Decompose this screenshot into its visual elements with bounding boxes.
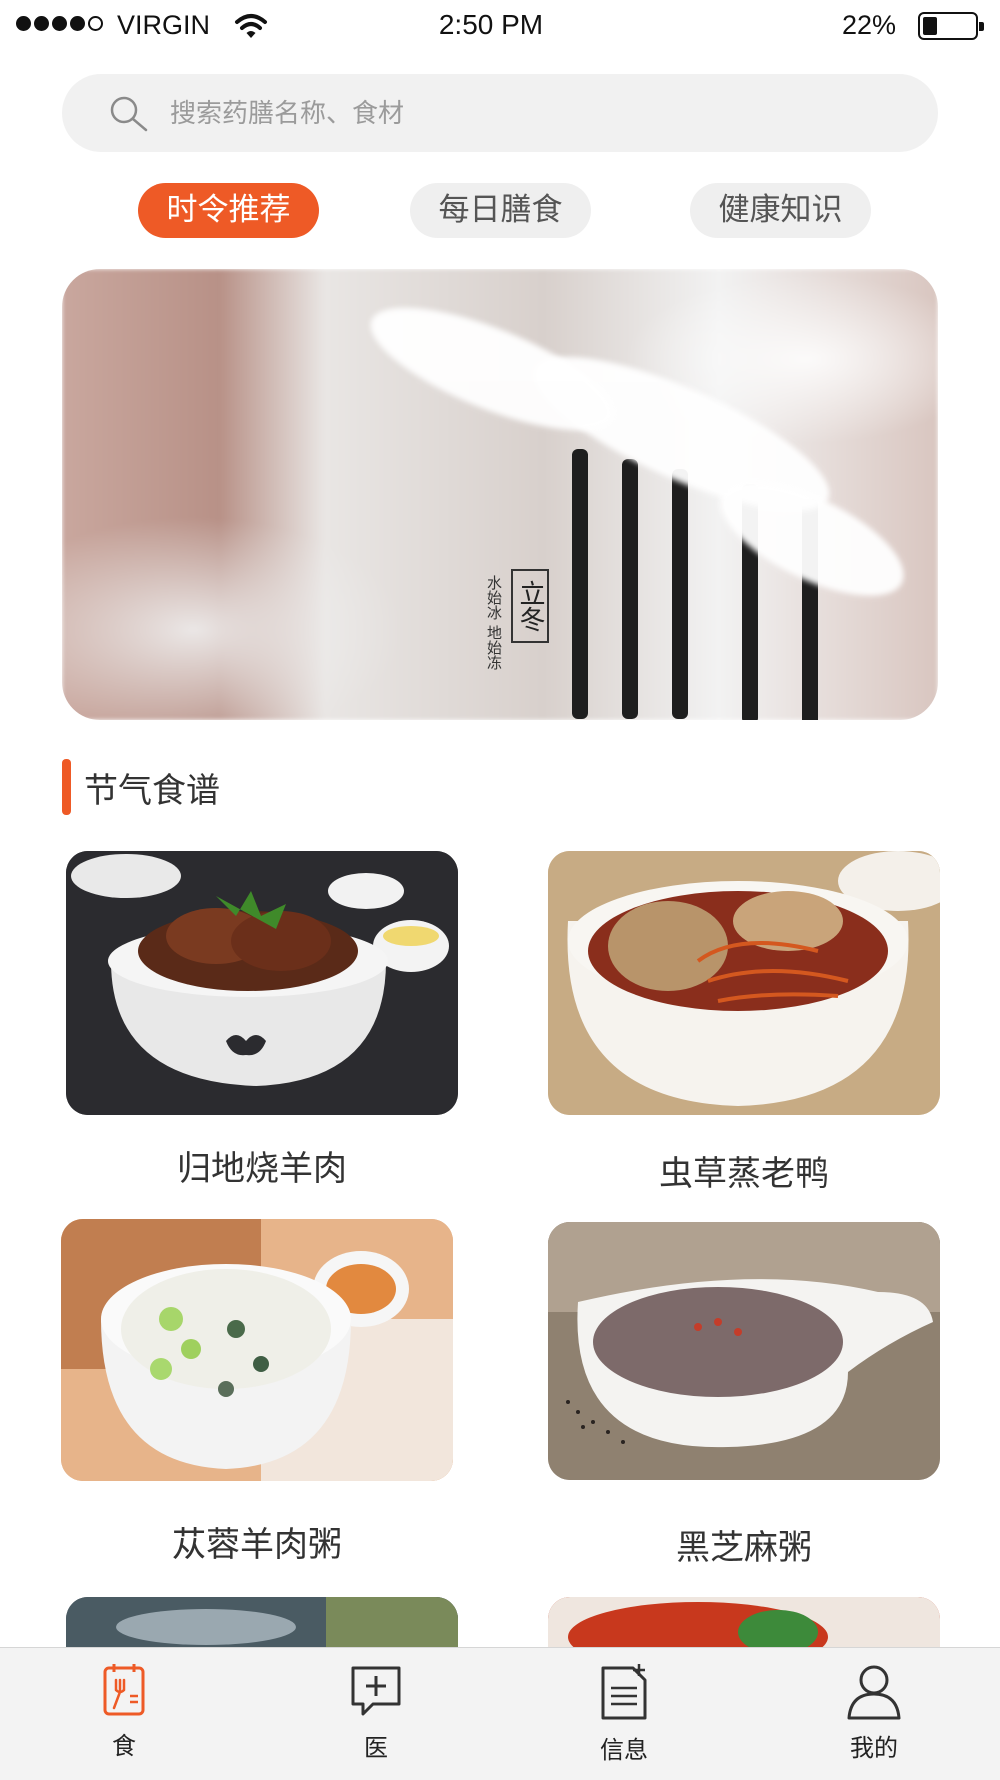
- battery-icon: [918, 12, 984, 40]
- nav-label: 信息: [600, 1736, 648, 1764]
- section-accent-bar: [62, 759, 71, 815]
- recipe-card[interactable]: 虫草蒸老鸭: [548, 851, 940, 1211]
- search-bar[interactable]: [62, 74, 938, 152]
- recipe-name: 黑芝麻粥: [676, 1528, 812, 1568]
- nav-label: 食: [112, 1732, 136, 1760]
- nav-item-profile[interactable]: 我的: [814, 1662, 934, 1763]
- user-icon: [847, 1665, 901, 1720]
- recipe-name: 苁蓉羊肉粥: [172, 1525, 342, 1565]
- seasonal-banner[interactable]: 立冬 水始冰 地始冻: [62, 269, 938, 720]
- medical-chat-icon: [351, 1666, 401, 1716]
- recipe-image: [548, 851, 940, 1115]
- battery-percent: 22%: [842, 10, 897, 40]
- tab-daily-meals[interactable]: 每日膳食: [410, 183, 591, 238]
- status-bar: VIRGIN 2:50 PM 22%: [0, 0, 1000, 54]
- document-icon: [601, 1664, 647, 1720]
- recipe-name: 虫草蒸老鸭: [659, 1154, 829, 1194]
- bottom-nav: 食 医 信息 我的: [0, 1647, 1000, 1780]
- recipe-image: [66, 1597, 458, 1647]
- search-input[interactable]: [168, 90, 892, 138]
- recipe-card[interactable]: 黑芝麻粥: [548, 1222, 940, 1582]
- nav-item-medical[interactable]: 医: [316, 1662, 436, 1763]
- tab-health-knowledge[interactable]: 健康知识: [690, 183, 871, 238]
- food-calendar-icon: [103, 1664, 145, 1716]
- nav-item-food[interactable]: 食: [64, 1662, 184, 1761]
- recipe-image: [548, 1597, 940, 1647]
- recipe-image: [61, 1219, 453, 1481]
- recipe-image: [548, 1222, 940, 1480]
- recipe-card[interactable]: [66, 1597, 458, 1647]
- recipe-card[interactable]: 归地烧羊肉: [66, 851, 458, 1211]
- section-title: 节气食谱: [84, 771, 220, 811]
- recipe-card[interactable]: [548, 1597, 940, 1647]
- recipe-name: 归地烧羊肉: [177, 1149, 347, 1189]
- tab-seasonal-recommend[interactable]: 时令推荐: [138, 183, 319, 238]
- nav-label: 我的: [850, 1734, 898, 1762]
- nav-item-info[interactable]: 信息: [564, 1662, 684, 1765]
- recipe-card[interactable]: 苁蓉羊肉粥: [61, 1219, 453, 1579]
- nav-label: 医: [364, 1734, 388, 1762]
- search-icon: [110, 96, 148, 132]
- recipe-image: [66, 851, 458, 1115]
